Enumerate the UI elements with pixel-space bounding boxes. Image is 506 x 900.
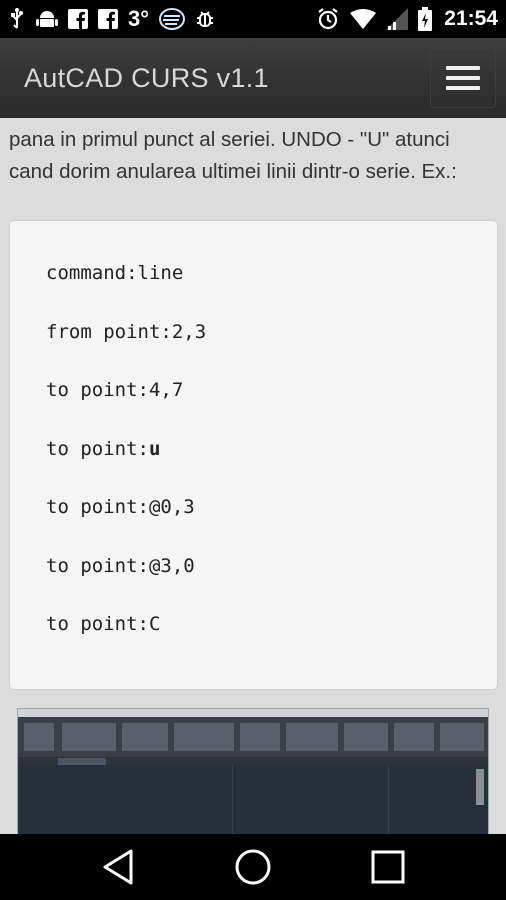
screenshot-canvas	[18, 765, 488, 834]
code-prompt: to point:	[46, 437, 149, 460]
code-value: line	[137, 262, 184, 284]
home-circle-icon	[235, 849, 271, 885]
code-value: @3,0	[148, 554, 195, 577]
screenshot-tabs	[18, 757, 488, 765]
code-line: to point:@3,0	[46, 554, 497, 613]
autocad-screenshot-image	[17, 708, 489, 834]
code-line: to point:u	[46, 437, 497, 496]
code-line: command:line	[46, 261, 497, 320]
facebook-icon	[68, 7, 88, 31]
lesson-content[interactable]: pana in primul punct al seriei. UNDO - "…	[0, 118, 506, 834]
weather-icon	[159, 7, 186, 31]
bug-icon	[195, 7, 215, 31]
back-button[interactable]	[88, 842, 148, 892]
temperature-text: 3°	[128, 6, 150, 31]
screenshot-ribbon-block	[394, 723, 434, 751]
wifi-icon	[350, 7, 377, 31]
screenshot-tab	[58, 758, 106, 765]
navigation-bar	[0, 834, 506, 900]
screenshot-titlebar	[18, 709, 488, 717]
hamburger-menu-icon	[446, 86, 480, 90]
hamburger-menu-button[interactable]	[430, 48, 496, 108]
hamburger-menu-icon	[446, 66, 480, 70]
code-line: to point:4,7	[46, 378, 497, 437]
facebook-icon	[98, 7, 118, 31]
usb-icon	[8, 7, 26, 31]
code-prompt: to point:	[46, 496, 149, 518]
status-right: 21:54	[316, 7, 498, 31]
screenshot-ribbon-block	[174, 723, 234, 751]
screenshot-ribbon-block	[122, 723, 168, 751]
code-line: from point:2,3	[46, 320, 497, 379]
screenshot-ribbon	[18, 717, 488, 757]
code-line: to point:@0,3	[46, 495, 497, 554]
home-button[interactable]	[223, 842, 283, 892]
screenshot-ribbon-block	[24, 723, 54, 751]
screenshot-scrollbar	[476, 769, 484, 805]
lesson-paragraph: pana in primul punct al seriei. UNDO - "…	[9, 128, 457, 183]
code-prompt: to point:	[46, 613, 149, 635]
code-value: 4,7	[148, 379, 184, 401]
screenshot-gridline	[388, 765, 389, 834]
status-bar: 3° 21:54	[0, 0, 506, 38]
recents-button[interactable]	[358, 842, 418, 892]
code-value: @0,3	[148, 496, 195, 518]
code-example-block: command:line from point:2,3 to point:4,7…	[9, 220, 498, 690]
recents-square-icon	[371, 850, 405, 884]
android-debug-icon	[36, 7, 58, 31]
screenshot-ribbon-block	[240, 723, 280, 751]
code-prompt: to point:	[46, 554, 149, 577]
screenshot-ribbon-block	[344, 723, 388, 751]
alarm-icon	[316, 7, 340, 31]
app-bar: AutCAD CURS v1.1	[0, 38, 506, 118]
screenshot-gridline	[232, 765, 233, 834]
code-value: C	[148, 613, 161, 635]
app-title: AutCAD CURS v1.1	[24, 62, 269, 93]
battery-icon	[418, 7, 433, 31]
clock-time: 21:54	[444, 7, 498, 30]
code-prompt: command:	[46, 262, 138, 284]
signal-icon	[386, 7, 409, 31]
screenshot-ribbon-block	[286, 723, 338, 751]
back-triangle-icon	[103, 849, 133, 885]
code-line: to point:C	[46, 612, 497, 671]
screenshot-ribbon-block	[440, 723, 484, 751]
screenshot-ribbon-block	[62, 723, 116, 751]
code-prompt: to point:	[46, 379, 149, 401]
hamburger-menu-icon	[446, 76, 480, 80]
code-value: 2,3	[171, 320, 207, 343]
code-value: u	[148, 437, 161, 460]
code-prompt: from point:	[46, 320, 172, 343]
status-left: 3°	[8, 6, 215, 32]
